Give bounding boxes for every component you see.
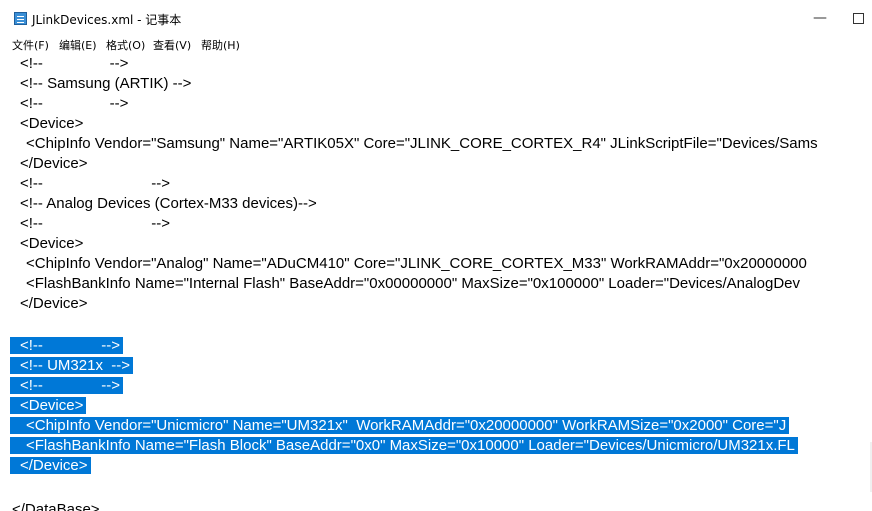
selected-text-line: <ChipInfo Vendor="Unicmicro" Name="UM321… (10, 416, 790, 436)
selected-text-line: <FlashBankInfo Name="Flash Block" BaseAd… (10, 436, 798, 456)
text-line: <ChipInfo Vendor="Samsung" Name="ARTIK05… (26, 135, 818, 152)
selected-text-line: </Device> (10, 456, 91, 476)
text-line (0, 478, 12, 498)
text-line (0, 316, 12, 336)
text-line: <!-- --> (20, 55, 129, 72)
selected-text-line: <!-- --> (10, 376, 124, 396)
menu-edit[interactable]: 编辑(E) (59, 37, 97, 53)
text-line: <!-- Analog Devices (Cortex-M33 devices)… (20, 195, 317, 212)
text-line: <Device> (20, 235, 84, 252)
minimize-button[interactable]: — (806, 8, 834, 28)
menu-format[interactable]: 格式(O) (106, 37, 145, 53)
selection-highlight: <Device> (10, 397, 87, 414)
selection-highlight: <!-- --> (10, 337, 124, 354)
text-line: </Device> (20, 295, 88, 312)
text-editor[interactable]: <!-- --> <!-- Samsung (ARTIK) --> <!-- -->… (0, 54, 872, 511)
menu-view[interactable]: 查看(V) (153, 37, 191, 53)
text-line: <Device> (20, 115, 84, 132)
maximize-button[interactable] (844, 8, 872, 28)
selection-highlight: <!-- --> (10, 377, 124, 394)
menu-help[interactable]: 帮助(H) (201, 37, 240, 53)
text-line: <!-- --> (20, 175, 171, 192)
selected-text-line: <Device> (10, 396, 87, 416)
text-line: </DataBase> (12, 501, 100, 511)
selected-text-line: <!-- UM321x --> (10, 356, 134, 376)
text-line: <FlashBankInfo Name="Internal Flash" Bas… (26, 275, 800, 292)
selected-text-line: <!-- --> (10, 336, 124, 356)
notepad-icon (14, 12, 27, 25)
text-line: <!-- Samsung (ARTIK) --> (20, 75, 192, 92)
text-line: <ChipInfo Vendor="Analog" Name="ADuCM410… (26, 255, 807, 272)
title-bar: JLinkDevices.xml - 记事本 — (0, 0, 872, 32)
maximize-icon (852, 13, 864, 24)
menu-file[interactable]: 文件(F) (12, 37, 49, 53)
text-line: <!-- --> (20, 95, 129, 112)
text-line: <!-- --> (20, 215, 171, 232)
selection-highlight: <FlashBankInfo Name="Flash Block" BaseAd… (10, 437, 798, 454)
selection-highlight: <!-- UM321x --> (10, 357, 134, 374)
text-line: </Device> (20, 155, 88, 172)
menu-bar: 文件(F) 编辑(E) 格式(O) 查看(V) 帮助(H) (0, 34, 872, 54)
selection-highlight: <ChipInfo Vendor="Unicmicro" Name="UM321… (10, 417, 790, 434)
window-title: JLinkDevices.xml - 记事本 (32, 13, 182, 27)
selection-highlight: </Device> (10, 457, 91, 474)
